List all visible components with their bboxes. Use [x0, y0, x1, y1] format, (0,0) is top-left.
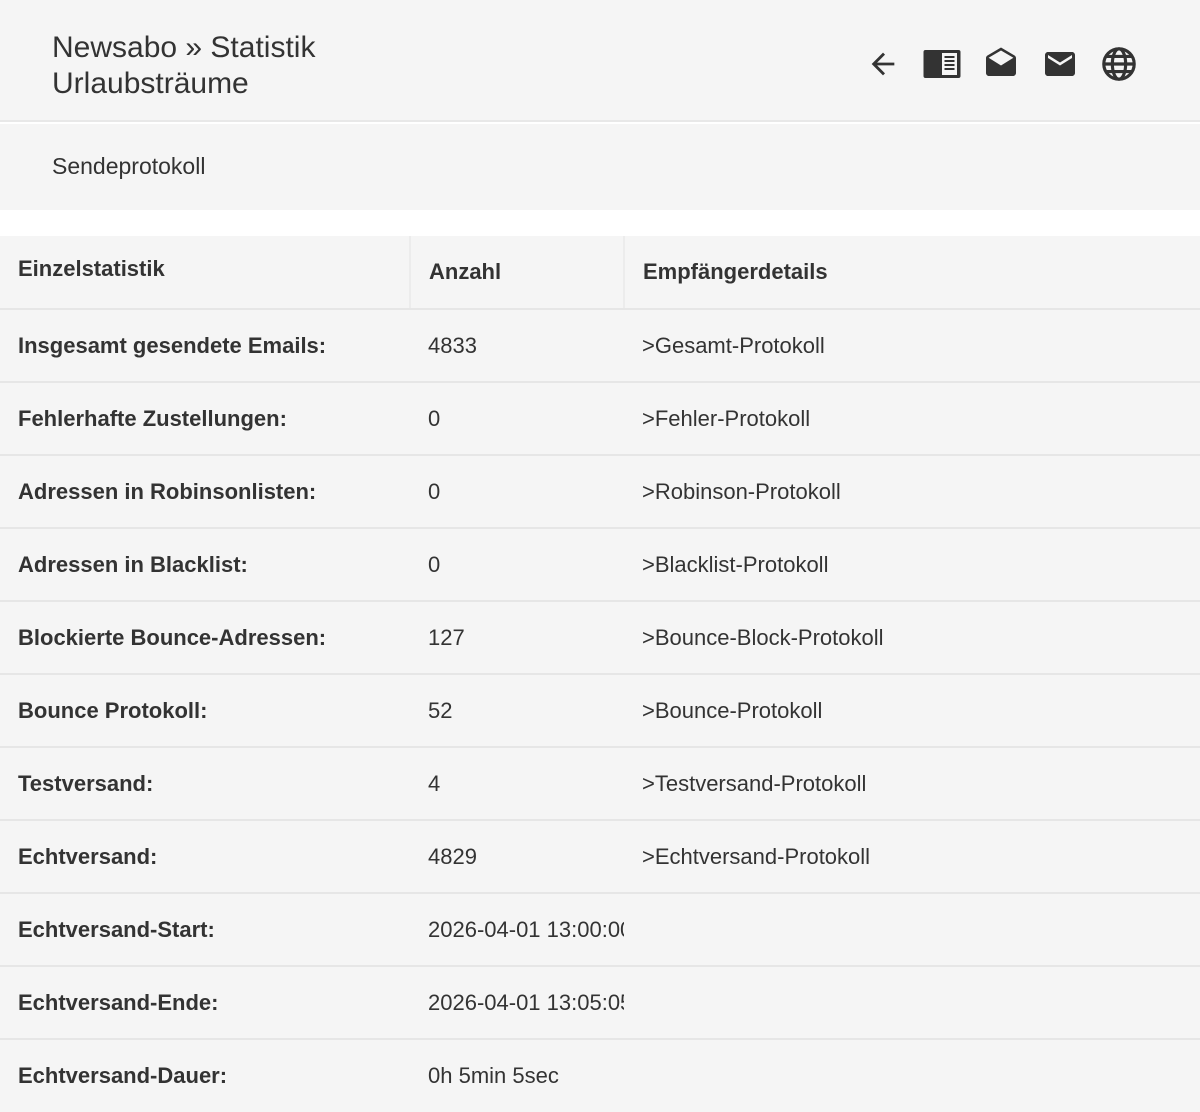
row-label: Echtversand-Dauer:: [0, 1038, 410, 1112]
row-details-cell: >Bounce-Block-Protokoll: [624, 600, 1200, 674]
row-count: 0h 5min 5sec: [410, 1038, 624, 1112]
globe-icon: [1102, 47, 1136, 81]
row-details-cell: >Robinson-Protokoll: [624, 454, 1200, 528]
row-count: 0: [410, 381, 624, 455]
table-row: Adressen in Robinsonlisten: 0 >Robinson-Pr…: [0, 454, 1200, 528]
column-header-empfaengerdetails: Empfängerdetails: [624, 236, 1200, 310]
row-label: Insgesamt gesendete Emails:: [18, 332, 327, 358]
table-row: Testversand: 4 >Testversand-Protokoll: [0, 746, 1200, 820]
protocol-link[interactable]: >Bounce-Protokoll: [642, 698, 822, 723]
row-label: Adressen in Robinsonlisten:: [0, 454, 410, 528]
row-count: 0: [410, 527, 624, 601]
protocol-link[interactable]: >Robinson-Protokoll: [642, 479, 841, 504]
protocol-link[interactable]: >Testversand-Protokoll: [642, 771, 866, 796]
row-label: Testversand:: [0, 746, 410, 820]
row-label: Echtversand:: [0, 819, 410, 893]
row-count: 0: [410, 454, 624, 528]
row-details-cell: >Fehler-Protokoll: [624, 381, 1200, 455]
table-row: Echtversand: 4829 >Echtversand-Protokoll: [0, 819, 1200, 893]
row-details-cell: [624, 965, 1200, 1039]
table-row: Adressen in Blacklist: 0 >Blacklist-Protok…: [0, 527, 1200, 601]
table-row: Insgesamt gesendete Emails: 4833 >Gesamt-P…: [0, 309, 1200, 382]
mail-icon: [1045, 52, 1075, 76]
row-label: Echtversand-Ende:: [0, 965, 410, 1039]
row-details-cell: >Bounce-Protokoll: [624, 673, 1200, 747]
table-row: Echtversand-Start: 2026-04-01 13:00:00: [0, 892, 1200, 966]
row-details-cell: >Blacklist-Protokoll: [624, 527, 1200, 601]
row-count: 4829: [410, 819, 624, 893]
protocol-link[interactable]: >Gesamt-Protokoll: [642, 333, 825, 358]
statistics-table: Einzelstatistik Anzahl Empfängerdetails …: [0, 236, 1200, 1112]
mail-open-button[interactable]: [980, 40, 1022, 88]
mail-open-icon: [986, 47, 1016, 76]
column-header-anzahl: Anzahl: [410, 236, 625, 310]
arrow-left-icon: [871, 52, 895, 76]
back-button[interactable]: [862, 40, 904, 88]
reader-button[interactable]: [921, 40, 963, 88]
sub-navigation: Sendeprotokoll: [0, 124, 1200, 210]
page-title-newsletter: Urlaubsträume: [52, 67, 249, 100]
reader-icon: [923, 50, 961, 78]
row-count: 52: [410, 673, 624, 747]
row-label: Bounce Protokoll:: [0, 673, 410, 747]
protocol-link[interactable]: >Bounce-Block-Protokoll: [642, 625, 884, 650]
table-row: Blockierte Bounce-Adressen: 127 >Bounce-Bl…: [0, 600, 1200, 674]
statistics-table-container: Einzelstatistik Anzahl Empfängerdetails …: [0, 236, 1200, 1112]
tab-sendeprotokoll[interactable]: Sendeprotokoll: [52, 152, 205, 180]
table-row: Fehlerhafte Zustellungen: 0 >Fehler-Protok…: [0, 381, 1200, 455]
row-count: 4: [410, 746, 624, 820]
row-details-cell: [624, 1038, 1200, 1112]
table-row: Bounce Protokoll: 52 >Bounce-Protokoll: [0, 673, 1200, 747]
protocol-link[interactable]: >Echtversand-Protokoll: [642, 844, 870, 869]
row-details-cell: >Gesamt-Protokoll: [624, 309, 1200, 382]
row-label: Blockierte Bounce-Adressen:: [0, 600, 410, 674]
row-label: Adressen in Blacklist:: [0, 527, 410, 601]
row-count: 4833: [428, 332, 477, 358]
row-count: 2026-04-01 13:05:05: [410, 965, 624, 1039]
table-row: Echtversand-Ende: 2026-04-01 13:05:05: [0, 965, 1200, 1039]
globe-button[interactable]: [1098, 40, 1140, 88]
column-header-einzelstatistik: Einzelstatistik: [0, 236, 411, 310]
row-count: 127: [410, 600, 624, 674]
row-details-cell: >Echtversand-Protokoll: [624, 819, 1200, 893]
row-details-cell: >Testversand-Protokoll: [624, 746, 1200, 820]
row-details-cell: [624, 892, 1200, 966]
table-row: Echtversand-Dauer: 0h 5min 5sec: [0, 1038, 1200, 1112]
protocol-link[interactable]: >Blacklist-Protokoll: [642, 552, 828, 577]
page-header: Newsabo » Statistik Urlaubsträume: [0, 0, 1200, 122]
page-title-breadcrumb: Newsabo » Statistik: [52, 31, 316, 64]
mail-button[interactable]: [1039, 40, 1081, 88]
table-header-row: Einzelstatistik Anzahl Empfängerdetails: [0, 236, 1200, 310]
page-title: Newsabo » Statistik Urlaubsträume: [52, 30, 315, 102]
row-label: Fehlerhafte Zustellungen:: [0, 381, 410, 455]
protocol-link[interactable]: >Fehler-Protokoll: [642, 406, 810, 431]
row-count: 2026-04-01 13:00:00: [410, 892, 624, 966]
row-label: Echtversand-Start:: [0, 892, 410, 966]
